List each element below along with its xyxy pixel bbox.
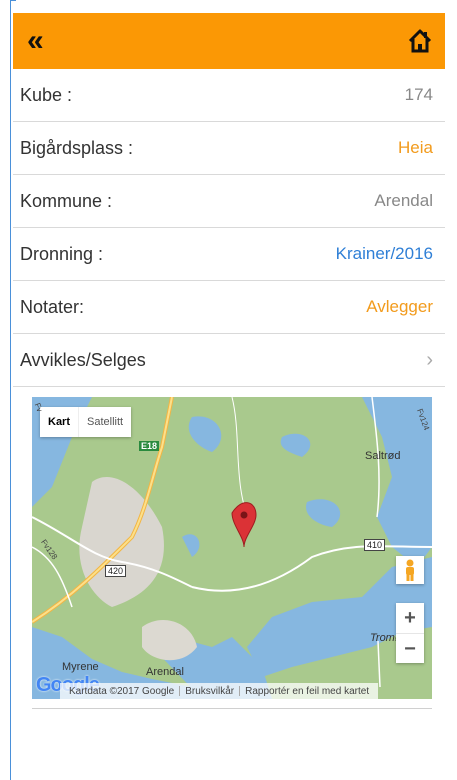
row-value-link[interactable]: Avlegger <box>366 297 433 317</box>
zoom-control: + − <box>396 603 424 663</box>
street-view-pegman-button[interactable] <box>396 556 424 584</box>
row-label: Avvikles/Selges <box>20 349 146 370</box>
divider <box>32 708 432 709</box>
row-label: Bigårdsplass : <box>20 137 134 158</box>
row-notater: Notater: Avlegger <box>13 281 445 334</box>
home-icon[interactable] <box>407 28 433 54</box>
place-arendal: Arendal <box>146 666 184 678</box>
map-type-control: Kart Satellitt <box>40 407 132 437</box>
row-kube: Kube : 174 <box>13 69 445 122</box>
app-panel: « Kube : 174 Bigårdsplass : Heia Kommune… <box>13 13 445 780</box>
zoom-in-button[interactable]: + <box>396 603 424 634</box>
place-myrene: Myrene <box>62 661 99 673</box>
pegman-icon <box>406 559 414 581</box>
map-attribution: Kartdata ©2017 Google Bruksvilkår Rappor… <box>60 683 379 699</box>
frame-corner-tick <box>10 0 16 1</box>
row-value-link[interactable]: Heia <box>398 138 433 158</box>
row-label: Notater: <box>20 296 85 317</box>
map-data-credit: Kartdata ©2017 Google <box>69 685 175 697</box>
place-saltrod: Saltrød <box>365 450 401 462</box>
road-e18-label: E18 <box>139 441 160 451</box>
top-bar: « <box>13 13 445 69</box>
back-button[interactable]: « <box>27 26 44 56</box>
row-label: Dronning : <box>20 243 104 264</box>
row-bigardsplass: Bigårdsplass : Heia <box>13 122 445 175</box>
row-avvikles-selges[interactable]: Avvikles/Selges › <box>13 334 445 387</box>
road-420-label: 420 <box>105 565 127 577</box>
zoom-out-button[interactable]: − <box>396 634 424 664</box>
report-error-link[interactable]: Rapportér en feil med kartet <box>240 686 374 697</box>
road-410-label: 410 <box>364 539 386 551</box>
terms-link[interactable]: Bruksvilkår <box>180 686 239 697</box>
row-label: Kube : <box>20 84 73 105</box>
chevron-right-icon: › <box>426 348 433 371</box>
map-type-kart-button[interactable]: Kart <box>40 407 78 437</box>
row-dronning: Dronning : Krainer/2016 <box>13 228 445 281</box>
row-label: Kommune : <box>20 190 113 211</box>
map-view[interactable]: Kart Satellitt E18 410 420 Fv128 Fv124 F… <box>32 397 432 699</box>
left-frame-border <box>10 0 11 780</box>
row-kommune: Kommune : Arendal <box>13 175 445 228</box>
row-value: Arendal <box>374 191 433 210</box>
row-value-link[interactable]: Krainer/2016 <box>336 244 433 264</box>
row-value: 174 <box>404 85 433 104</box>
map-type-satellite-button[interactable]: Satellitt <box>78 407 131 437</box>
